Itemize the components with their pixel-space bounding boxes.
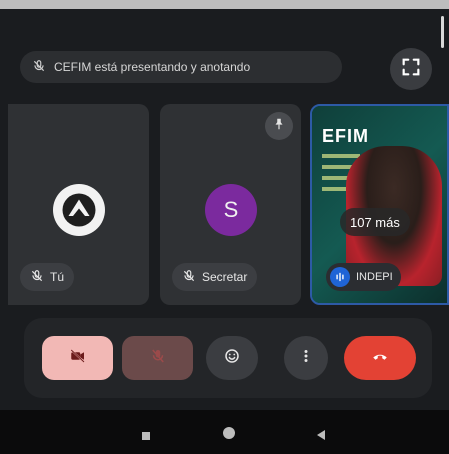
fullscreen-icon xyxy=(400,56,422,83)
video-off-icon xyxy=(69,347,87,370)
pin-icon xyxy=(272,117,286,136)
back-icon[interactable] xyxy=(316,428,326,446)
secretary-name-pill: Secretar xyxy=(172,263,258,291)
microphone-toggle-button[interactable] xyxy=(122,336,193,380)
system-navigation-bar xyxy=(0,410,449,454)
recent-apps-icon[interactable] xyxy=(141,428,151,446)
scroll-indicator xyxy=(441,16,444,48)
audio-wave-icon xyxy=(330,267,350,287)
you-avatar xyxy=(53,184,105,236)
hang-up-button[interactable] xyxy=(344,336,416,380)
camera-toggle-button[interactable] xyxy=(42,336,113,380)
emoji-icon xyxy=(223,347,241,370)
secretary-avatar: S xyxy=(205,184,257,236)
more-participants-count: 107 más xyxy=(340,208,410,236)
presenter-name-pill: INDEPI xyxy=(326,263,401,291)
secretary-name: Secretar xyxy=(202,270,248,284)
mic-off-icon xyxy=(32,59,46,76)
participant-tile-more[interactable]: EFIM 107 más INDEPI xyxy=(310,104,449,305)
call-controls-bar xyxy=(24,318,432,398)
status-strip xyxy=(0,0,449,9)
pin-button[interactable] xyxy=(265,112,293,140)
presenter-name: INDEPI xyxy=(356,271,393,283)
participant-tile-secretary[interactable]: S Secretar xyxy=(160,104,301,305)
you-name: Tú xyxy=(50,270,65,284)
participant-tile-you[interactable]: Tú xyxy=(8,104,149,305)
more-options-button[interactable] xyxy=(284,336,328,380)
secretary-avatar-letter: S xyxy=(223,197,239,222)
fullscreen-button[interactable] xyxy=(390,48,432,90)
shared-screen-title: EFIM xyxy=(322,126,369,146)
reactions-button[interactable] xyxy=(206,336,258,380)
mic-off-icon xyxy=(149,347,167,370)
home-icon[interactable] xyxy=(222,426,236,445)
more-vertical-icon xyxy=(297,347,315,370)
mic-off-icon xyxy=(182,269,196,286)
presenting-banner[interactable]: CEFIM está presentando y anotando xyxy=(20,51,342,83)
account-triangle-icon xyxy=(62,193,96,227)
presenting-text: CEFIM está presentando y anotando xyxy=(54,60,251,74)
you-name-pill: Tú xyxy=(20,263,75,291)
call-end-icon xyxy=(371,347,389,370)
mic-off-icon xyxy=(30,269,44,286)
